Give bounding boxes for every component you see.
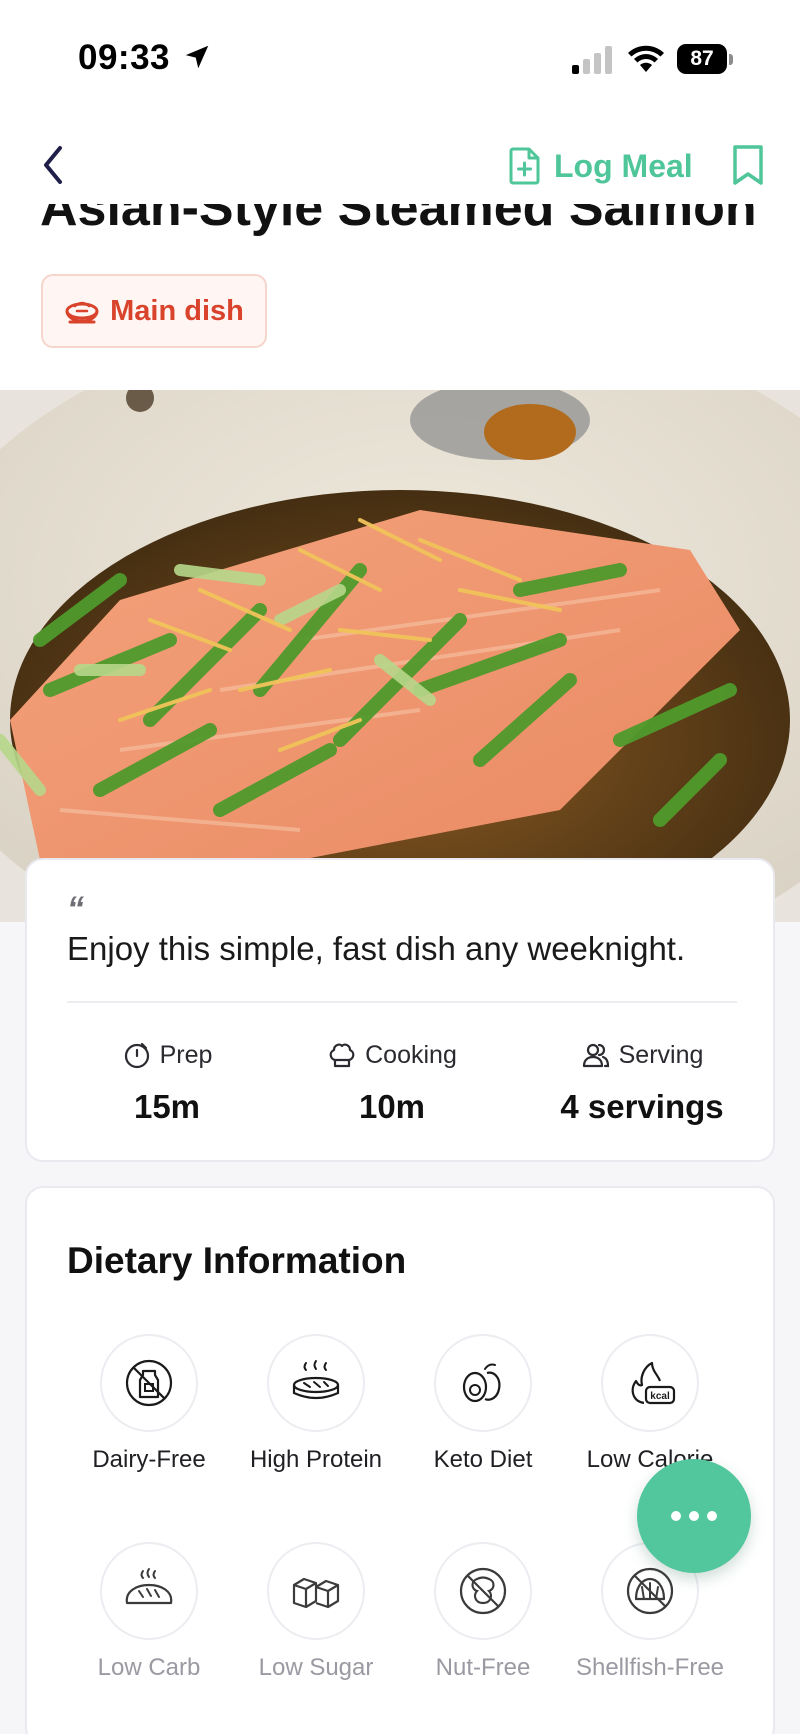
salmon-photo: [0, 390, 800, 922]
recipe-title: Asian-Style Steamed Salmon: [40, 204, 757, 237]
location-arrow-icon: [185, 45, 209, 69]
category-badge: Main dish: [41, 274, 267, 348]
battery-cap: [729, 54, 733, 65]
kcal-flame-icon: kcal: [631, 1361, 676, 1405]
sugar-cubes-icon: [292, 1577, 340, 1609]
bread-icon: [125, 1568, 173, 1605]
steak-icon: [292, 1360, 340, 1400]
status-time: 09:33: [78, 38, 171, 77]
quote-mark: “: [67, 890, 84, 928]
recipe-quote: Enjoy this simple, fast dish any weeknig…: [67, 930, 686, 967]
log-meal-label: Log Meal: [554, 147, 693, 184]
people-icon: [582, 1043, 609, 1068]
diet-label: Keto Diet: [433, 1446, 533, 1473]
diet-icon-circle: kcal: [601, 1334, 699, 1432]
dish-icon: [65, 301, 99, 324]
timer-icon: [124, 1042, 149, 1069]
serving-value: 4 servings: [560, 1088, 724, 1125]
back-button[interactable]: [36, 140, 72, 190]
diet-label: High Protein: [249, 1446, 383, 1473]
diet-label: Shellfish-Free: [575, 1654, 725, 1681]
add-document-icon: [509, 147, 540, 185]
stat-serving: Serving 4 servings: [527, 1040, 757, 1126]
recipe-summary-card: “ Enjoy this simple, fast dish any weekn…: [25, 858, 775, 1162]
cellular-signal-icon: [572, 46, 612, 74]
diet-item-keto-diet: Keto Diet: [399, 1334, 567, 1474]
status-bar: 09:33 87: [0, 0, 800, 110]
divider: [67, 1001, 737, 1003]
avocado-icon: [462, 1363, 501, 1403]
battery-indicator: 87: [677, 44, 733, 74]
ellipsis-icon: [671, 1511, 717, 1521]
diet-item-nut-free: Nut-Free: [399, 1542, 567, 1682]
chef-hat-icon: [329, 1043, 355, 1068]
diet-icon-circle: [434, 1334, 532, 1432]
diet-item-dairy-free: Dairy-Free: [65, 1334, 233, 1474]
diet-icon-circle: [267, 1542, 365, 1640]
diet-icon-circle: [267, 1334, 365, 1432]
dairy-free-icon: [125, 1359, 173, 1407]
dietary-info-card: Dietary Information Dairy-Free High Prot…: [25, 1186, 775, 1734]
diet-label: Low Carb: [97, 1654, 201, 1681]
stat-prep: Prep 15m: [97, 1040, 237, 1126]
diet-item-high-protein: High Protein: [232, 1334, 400, 1474]
diet-item-low-sugar: Low Sugar: [232, 1542, 400, 1682]
diet-icon-circle: [100, 1542, 198, 1640]
battery-level: 87: [677, 44, 727, 74]
diet-item-low-calorie: kcal Low Calorie: [566, 1334, 734, 1474]
shellfish-free-icon: [626, 1567, 674, 1615]
diet-item-low-carb: Low Carb: [65, 1542, 233, 1682]
prep-value: 15m: [133, 1088, 201, 1125]
svg-text:kcal: kcal: [650, 1391, 670, 1402]
diet-icon-circle: [100, 1334, 198, 1432]
dietary-title: Dietary Information: [67, 1240, 407, 1281]
diet-label: Dairy-Free: [92, 1446, 206, 1473]
more-options-button[interactable]: [637, 1459, 751, 1573]
wifi-icon: [628, 45, 664, 72]
nut-free-icon: [459, 1567, 507, 1615]
diet-label: Nut-Free: [435, 1654, 531, 1681]
log-meal-button[interactable]: Log Meal: [508, 144, 693, 188]
prep-label: Prep: [159, 1040, 213, 1069]
title-clip: Asian-Style Steamed Salmon: [0, 204, 800, 240]
stat-cooking: Cooking 10m: [292, 1040, 492, 1126]
cooking-label: Cooking: [365, 1040, 457, 1069]
category-label: Main dish: [110, 294, 244, 327]
serving-label: Serving: [618, 1040, 704, 1069]
cooking-value: 10m: [358, 1088, 426, 1125]
bookmark-button[interactable]: [730, 144, 766, 186]
diet-label: Low Sugar: [258, 1654, 374, 1681]
bookmark-icon: [733, 145, 763, 185]
recipe-hero-image: [0, 390, 800, 922]
chevron-left-icon: [44, 146, 62, 184]
diet-icon-circle: [434, 1542, 532, 1640]
